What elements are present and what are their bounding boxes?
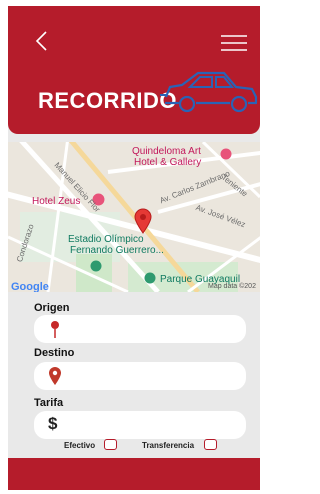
footer-bar: [8, 458, 260, 490]
pushpin-icon: [51, 321, 59, 338]
map-data-attribution: Map data ©202: [208, 283, 256, 290]
app-screen: RECORRIDO Quindeloma Art Hotel & Gallery…: [8, 6, 260, 490]
transfer-label: Transferencia: [142, 441, 195, 450]
origin-field[interactable]: [34, 315, 246, 343]
google-logo: Google: [11, 281, 49, 292]
place-label: Hotel Zeus: [32, 196, 81, 207]
place-label: Quindeloma Art: [132, 146, 201, 157]
hamburger-menu-icon[interactable]: [220, 34, 248, 52]
cash-checkbox[interactable]: [104, 439, 117, 450]
park-pin-icon: [90, 260, 102, 272]
fare-field[interactable]: $: [34, 411, 246, 439]
location-pin-icon: [49, 367, 61, 385]
page-title: RECORRIDO: [38, 88, 177, 113]
origin-label: Origen: [34, 302, 70, 314]
map-view[interactable]: Quindeloma Art Hotel & Gallery Hotel Zeu…: [8, 142, 260, 292]
transfer-checkbox[interactable]: [204, 439, 217, 450]
hotel-pin-icon: [220, 148, 232, 160]
chevron-left-icon[interactable]: [32, 30, 52, 52]
cash-label: Efectivo: [64, 441, 96, 450]
place-label: Hotel & Gallery: [134, 157, 202, 168]
dollar-icon: $: [48, 414, 58, 433]
location-marker-icon[interactable]: [134, 208, 152, 234]
header-bar: RECORRIDO: [8, 6, 260, 134]
fare-label: Tarifa: [34, 397, 64, 409]
place-label: Estadio Olímpico: [68, 234, 144, 245]
park-pin-icon: [144, 272, 156, 284]
destination-label: Destino: [34, 347, 75, 359]
place-label: Fernando Guerrero...: [70, 245, 164, 256]
destination-field[interactable]: [34, 362, 246, 390]
car-outline-icon: [160, 71, 258, 113]
